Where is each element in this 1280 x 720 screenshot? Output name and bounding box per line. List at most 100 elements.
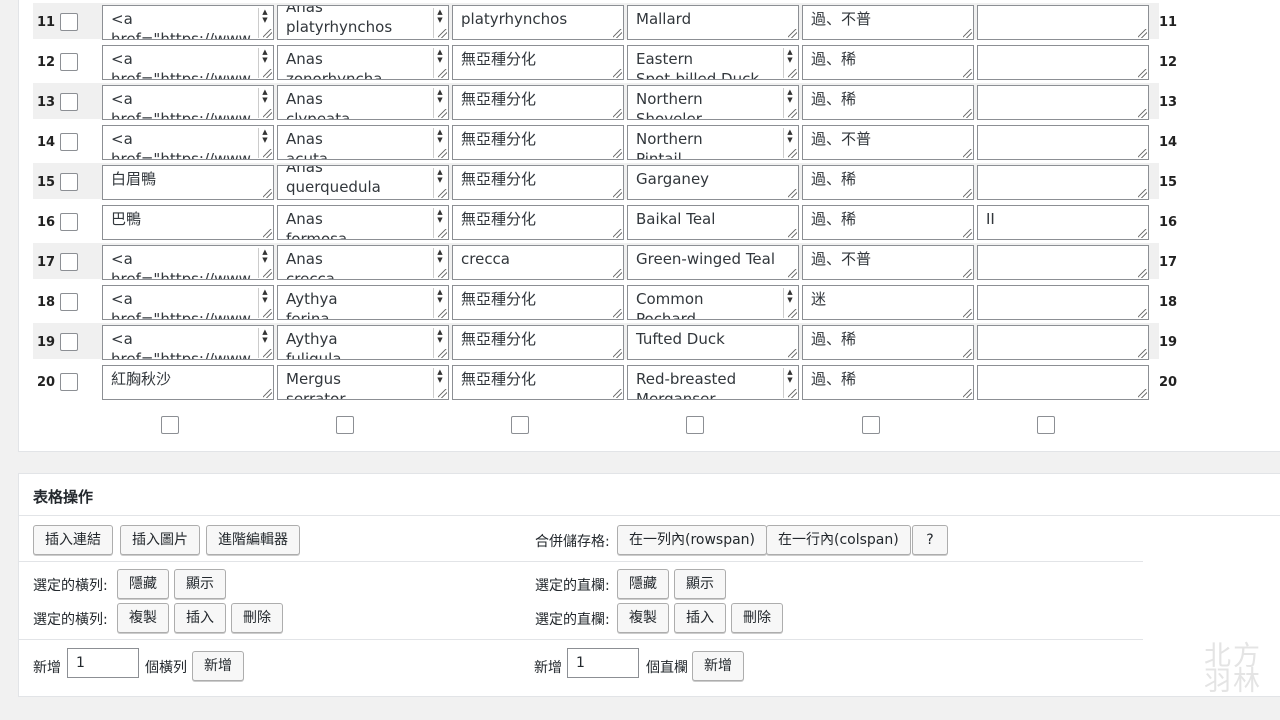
cell-textarea[interactable]: <a href="https://www.f▲ ▼: [102, 325, 274, 360]
row-select-checkbox[interactable]: [60, 93, 78, 111]
cell-textarea[interactable]: Baikal Teal: [627, 205, 799, 240]
cell-textarea[interactable]: 白眉鴨: [102, 165, 274, 200]
resize-grip-icon[interactable]: [1138, 389, 1147, 398]
column-select-checkbox[interactable]: [511, 416, 529, 434]
resize-grip-icon[interactable]: [613, 349, 622, 358]
resize-grip-icon[interactable]: [1138, 109, 1147, 118]
show-cols-button[interactable]: 顯示: [674, 569, 726, 599]
help-button[interactable]: ?: [912, 525, 948, 555]
resize-grip-icon[interactable]: [613, 389, 622, 398]
column-select-checkbox[interactable]: [862, 416, 880, 434]
cell-textarea[interactable]: Anas querquedula ▲ ▼: [277, 165, 449, 200]
cell-textarea[interactable]: [977, 285, 1149, 320]
cell-textarea[interactable]: Common Pochard ▲ ▼: [627, 285, 799, 320]
row-select-checkbox[interactable]: [60, 373, 78, 391]
row-select-checkbox[interactable]: [60, 13, 78, 31]
resize-grip-icon[interactable]: [1138, 149, 1147, 158]
cell-textarea[interactable]: 過、稀: [802, 85, 974, 120]
cell-textarea[interactable]: 過、不普: [802, 245, 974, 280]
resize-grip-icon[interactable]: [263, 29, 272, 38]
resize-grip-icon[interactable]: [1138, 69, 1147, 78]
copy-rows-button[interactable]: 複製: [117, 603, 169, 633]
resize-grip-icon[interactable]: [1138, 229, 1147, 238]
cell-textarea[interactable]: Tufted Duck: [627, 325, 799, 360]
column-select-checkbox[interactable]: [1037, 416, 1055, 434]
resize-grip-icon[interactable]: [438, 269, 447, 278]
insert-link-button[interactable]: 插入連結: [33, 525, 113, 555]
resize-grip-icon[interactable]: [963, 309, 972, 318]
resize-grip-icon[interactable]: [438, 229, 447, 238]
cell-textarea[interactable]: <a href="https://www.f▲ ▼: [102, 85, 274, 120]
resize-grip-icon[interactable]: [963, 389, 972, 398]
resize-grip-icon[interactable]: [263, 109, 272, 118]
resize-grip-icon[interactable]: [788, 69, 797, 78]
resize-grip-icon[interactable]: [438, 349, 447, 358]
row-select-checkbox[interactable]: [60, 333, 78, 351]
cell-textarea[interactable]: 無亞種分化: [452, 85, 624, 120]
cell-textarea[interactable]: Green-winged Teal: [627, 245, 799, 280]
cell-textarea[interactable]: Anas zonorhyncha ▲ ▼: [277, 45, 449, 80]
resize-grip-icon[interactable]: [963, 69, 972, 78]
delete-cols-button[interactable]: 刪除: [731, 603, 783, 633]
add-cols-button[interactable]: 新增: [692, 651, 744, 681]
resize-grip-icon[interactable]: [788, 109, 797, 118]
cell-textarea[interactable]: 無亞種分化: [452, 325, 624, 360]
cell-textarea[interactable]: Northern Shoveler ▲ ▼: [627, 85, 799, 120]
cell-textarea[interactable]: 過、不普: [802, 5, 974, 40]
cell-textarea[interactable]: 紅胸秋沙: [102, 365, 274, 400]
cell-textarea[interactable]: 過、稀: [802, 365, 974, 400]
insert-cols-button[interactable]: 插入: [674, 603, 726, 633]
row-select-checkbox[interactable]: [60, 253, 78, 271]
column-select-checkbox[interactable]: [686, 416, 704, 434]
cell-textarea[interactable]: [977, 325, 1149, 360]
resize-grip-icon[interactable]: [788, 309, 797, 318]
row-select-checkbox[interactable]: [60, 213, 78, 231]
resize-grip-icon[interactable]: [788, 189, 797, 198]
cell-textarea[interactable]: Anas platyrhynchos ▲ ▼: [277, 5, 449, 40]
cell-textarea[interactable]: 過、不普: [802, 125, 974, 160]
row-select-checkbox[interactable]: [60, 133, 78, 151]
advanced-editor-button[interactable]: 進階編輯器: [206, 525, 300, 555]
resize-grip-icon[interactable]: [963, 269, 972, 278]
cell-textarea[interactable]: Eastern Spot-billed Duck ▲ ▼: [627, 45, 799, 80]
resize-grip-icon[interactable]: [263, 389, 272, 398]
resize-grip-icon[interactable]: [613, 109, 622, 118]
row-select-checkbox[interactable]: [60, 293, 78, 311]
resize-grip-icon[interactable]: [788, 229, 797, 238]
resize-grip-icon[interactable]: [438, 389, 447, 398]
add-rows-button[interactable]: 新增: [192, 651, 244, 681]
cell-textarea[interactable]: Anas clypeata ▲ ▼: [277, 85, 449, 120]
resize-grip-icon[interactable]: [263, 269, 272, 278]
resize-grip-icon[interactable]: [788, 269, 797, 278]
resize-grip-icon[interactable]: [963, 229, 972, 238]
merge-colspan-button[interactable]: 在一行內(colspan): [766, 525, 911, 555]
cell-textarea[interactable]: 過、稀: [802, 205, 974, 240]
resize-grip-icon[interactable]: [438, 149, 447, 158]
cell-textarea[interactable]: Aythya fuligula ▲ ▼: [277, 325, 449, 360]
resize-grip-icon[interactable]: [963, 29, 972, 38]
cell-textarea[interactable]: platyrhynchos: [452, 5, 624, 40]
resize-grip-icon[interactable]: [438, 29, 447, 38]
resize-grip-icon[interactable]: [438, 309, 447, 318]
cell-textarea[interactable]: [977, 5, 1149, 40]
resize-grip-icon[interactable]: [613, 149, 622, 158]
cell-textarea[interactable]: 無亞種分化: [452, 205, 624, 240]
resize-grip-icon[interactable]: [1138, 29, 1147, 38]
add-rows-count-input[interactable]: 1: [67, 648, 139, 678]
cell-textarea[interactable]: Anas formosa ▲ ▼: [277, 205, 449, 240]
resize-grip-icon[interactable]: [438, 109, 447, 118]
cell-textarea[interactable]: [977, 365, 1149, 400]
cell-textarea[interactable]: 無亞種分化: [452, 45, 624, 80]
cell-textarea[interactable]: 無亞種分化: [452, 365, 624, 400]
resize-grip-icon[interactable]: [1138, 189, 1147, 198]
cell-textarea[interactable]: 無亞種分化: [452, 165, 624, 200]
cell-textarea[interactable]: 過、稀: [802, 325, 974, 360]
cell-textarea[interactable]: 巴鴨: [102, 205, 274, 240]
cell-textarea[interactable]: crecca: [452, 245, 624, 280]
cell-textarea[interactable]: Red-breasted Merganser ▲ ▼: [627, 365, 799, 400]
column-select-checkbox[interactable]: [161, 416, 179, 434]
resize-grip-icon[interactable]: [1138, 309, 1147, 318]
resize-grip-icon[interactable]: [263, 349, 272, 358]
cell-textarea[interactable]: Anas acuta ▲ ▼: [277, 125, 449, 160]
cell-textarea[interactable]: [977, 245, 1149, 280]
